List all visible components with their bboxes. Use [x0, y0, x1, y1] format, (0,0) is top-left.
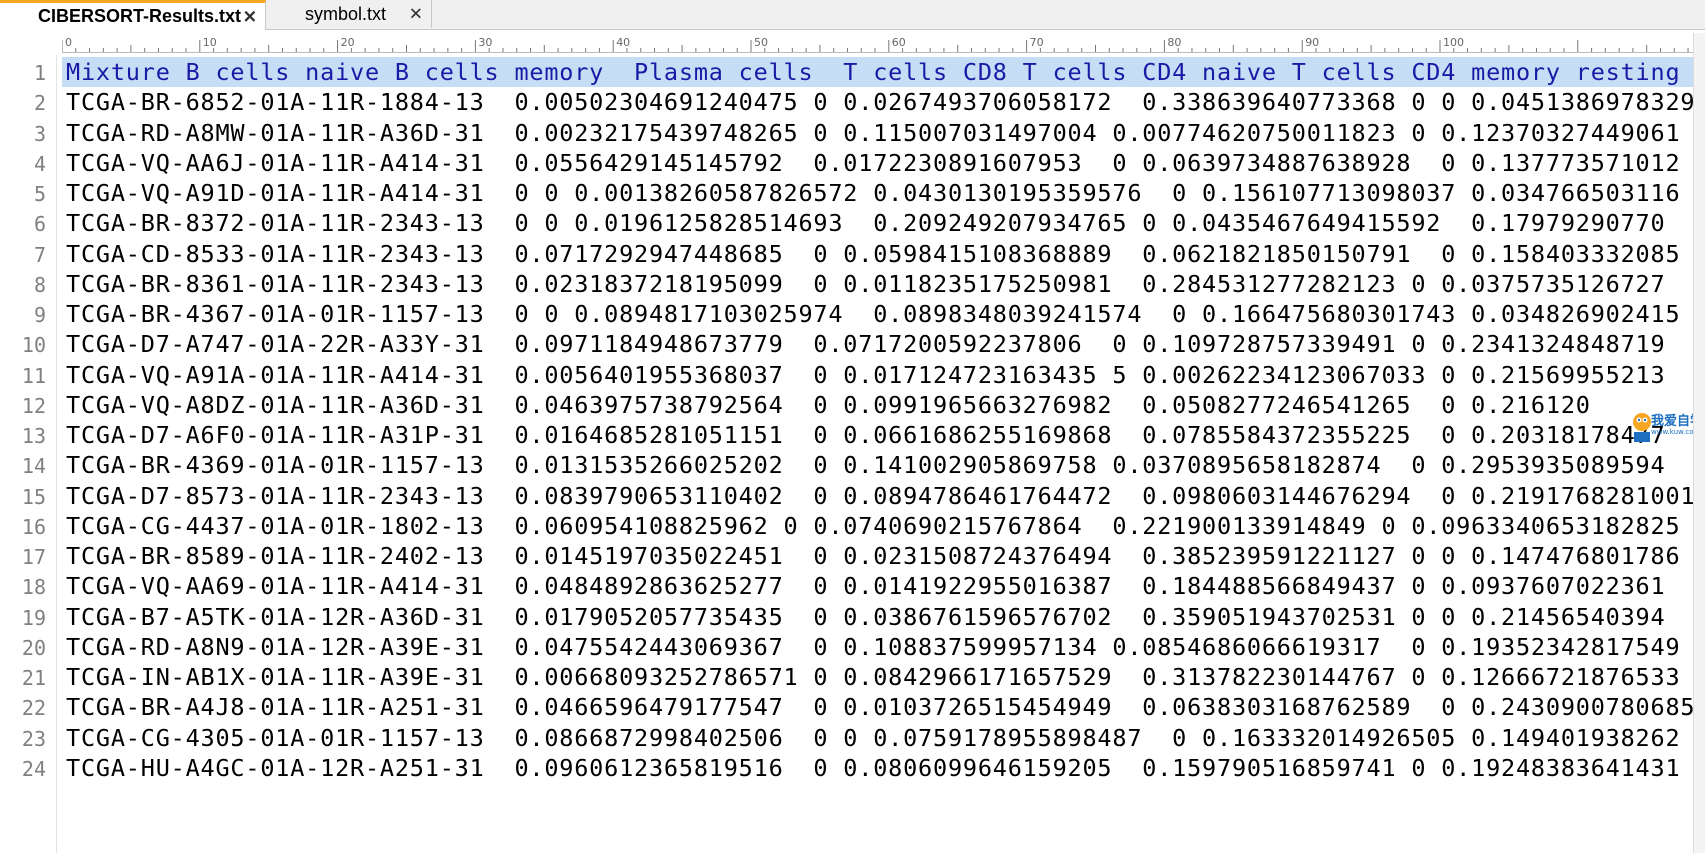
- line-number: 22: [21, 696, 46, 721]
- line-number: 11: [21, 363, 46, 388]
- column-ruler: 0 10 20 30 40 50 60 70 80 90 100: [62, 36, 1694, 53]
- line-number: 18: [21, 575, 46, 600]
- line-number: 19: [21, 605, 46, 630]
- data-line[interactable]: TCGA-D7-8573-01A-11R-2343-13 0.083979065…: [66, 480, 1694, 513]
- line-number: 8: [33, 272, 46, 297]
- line-number: 12: [21, 393, 46, 418]
- line-number: 23: [21, 726, 46, 751]
- data-line[interactable]: TCGA-BR-8589-01A-11R-2402-13 0.014519703…: [66, 540, 1680, 573]
- ruler-ticks: 0 10 20 30 40 50 60 70 80 90 100: [62, 36, 1689, 52]
- ruler-label: 10: [203, 36, 217, 49]
- tab-bar: CIBERSORT-Results.txt ✕ symbol.txt ✕: [0, 0, 1705, 30]
- data-line[interactable]: TCGA-D7-A747-01A-22R-A33Y-31 0.097118494…: [66, 328, 1665, 361]
- data-line[interactable]: TCGA-VQ-A91A-01A-11R-A414-31 0.005640195…: [66, 359, 1665, 392]
- line-number: 16: [21, 514, 46, 539]
- line-number: 17: [21, 545, 46, 569]
- ruler-label: 20: [341, 36, 355, 49]
- data-line[interactable]: TCGA-IN-AB1X-01A-11R-A39E-31 0.006680932…: [66, 661, 1680, 694]
- data-line[interactable]: TCGA-RD-A8MW-01A-11R-A36D-31 0.002321754…: [66, 117, 1680, 150]
- line-number: 7: [33, 242, 46, 267]
- close-icon[interactable]: ✕: [409, 6, 423, 23]
- line-number: 24: [21, 756, 46, 781]
- tab-cibersort-results[interactable]: CIBERSORT-Results.txt ✕: [0, 0, 266, 30]
- ruler-label: 60: [892, 36, 906, 49]
- line-number: 13: [21, 424, 46, 448]
- ruler-label: 0: [65, 36, 72, 49]
- line-number: 3: [33, 121, 46, 146]
- data-line[interactable]: TCGA-BR-8361-01A-11R-2343-13 0.023183721…: [66, 268, 1665, 301]
- line-number: 1: [33, 61, 46, 85]
- line-number-gutter: 1 2 3 4 5 6 7 8 9 10 11 12 13 14 15 16 17 18 19 20 21 22 23 24: [0, 55, 57, 853]
- data-line[interactable]: TCGA-VQ-AA69-01A-11R-A414-31 0.048489286…: [66, 570, 1665, 603]
- ruler-label: 50: [754, 36, 768, 49]
- vertical-scrollbar[interactable]: [1693, 33, 1705, 853]
- line-number: 15: [21, 484, 46, 509]
- data-line[interactable]: TCGA-CG-4305-01A-01R-1157-13 0.086687299…: [66, 722, 1680, 755]
- ruler-label: 100: [1443, 36, 1464, 49]
- line-number: 6: [33, 212, 46, 237]
- data-line[interactable]: TCGA-CG-4437-01A-01R-1802-13 0.060954108…: [66, 510, 1680, 543]
- data-line[interactable]: TCGA-BR-6852-01A-11R-1884-13 0.005023046…: [66, 86, 1694, 119]
- close-icon[interactable]: ✕: [243, 8, 257, 25]
- line-number: 20: [21, 635, 46, 660]
- data-line[interactable]: TCGA-B7-A5TK-01A-12R-A36D-31 0.017905205…: [66, 601, 1665, 634]
- line-number: 4: [33, 151, 46, 176]
- data-line[interactable]: TCGA-RD-A8N9-01A-12R-A39E-31 0.047554244…: [66, 631, 1680, 664]
- data-line[interactable]: TCGA-VQ-A8DZ-01A-11R-A36D-31 0.046397573…: [66, 389, 1591, 422]
- data-line[interactable]: TCGA-BR-8372-01A-11R-2343-13 0 0 0.01961…: [66, 207, 1665, 240]
- text-area[interactable]: Mixture B cells naive B cells memory Pla…: [62, 55, 1694, 853]
- line-number: 14: [21, 454, 46, 479]
- data-line[interactable]: TCGA-BR-4369-01A-01R-1157-13 0.013153526…: [66, 449, 1665, 482]
- line-number: 2: [33, 91, 46, 116]
- data-line[interactable]: TCGA-BR-A4J8-01A-11R-A251-31 0.046659647…: [66, 691, 1694, 724]
- owl-logo-icon: [1633, 413, 1651, 442]
- data-line[interactable]: TCGA-VQ-A91D-01A-11R-A414-31 0 0 0.00138…: [66, 177, 1680, 210]
- tab-symbol[interactable]: symbol.txt ✕: [268, 0, 432, 28]
- data-line[interactable]: TCGA-CD-8533-01A-11R-2343-13 0.071729294…: [66, 238, 1680, 271]
- data-line[interactable]: TCGA-VQ-AA6J-01A-11R-A414-31 0.055642914…: [66, 147, 1680, 180]
- site-watermark: 我爱自学网 www.kuw.com: [1631, 406, 1705, 450]
- data-line[interactable]: TCGA-HU-A4GC-01A-12R-A251-31 0.096061236…: [66, 752, 1680, 785]
- text-editor[interactable]: 0 10 20 30 40 50 60 70 80 90 100 1 2 3 4 5 6 7 8 9 10 11 12 13…: [0, 33, 1705, 853]
- header-line[interactable]: Mixture B cells naive B cells memory Pla…: [66, 56, 1680, 89]
- data-line[interactable]: TCGA-D7-A6F0-01A-11R-A31P-31 0.016468528…: [66, 419, 1665, 452]
- line-number: 5: [33, 182, 46, 206]
- ruler-label: 70: [1030, 36, 1044, 49]
- ruler-label: 90: [1305, 36, 1319, 49]
- ruler-label: 80: [1167, 36, 1181, 49]
- ruler-label: 30: [478, 36, 492, 49]
- tab-label: CIBERSORT-Results.txt: [38, 6, 242, 26]
- tab-label: symbol.txt: [305, 3, 387, 24]
- data-line[interactable]: TCGA-BR-4367-01A-01R-1157-13 0 0 0.08948…: [66, 298, 1680, 331]
- line-number: 9: [33, 303, 46, 327]
- line-number: 21: [21, 666, 46, 690]
- line-number: 10: [21, 333, 46, 358]
- ruler-label: 40: [616, 36, 630, 49]
